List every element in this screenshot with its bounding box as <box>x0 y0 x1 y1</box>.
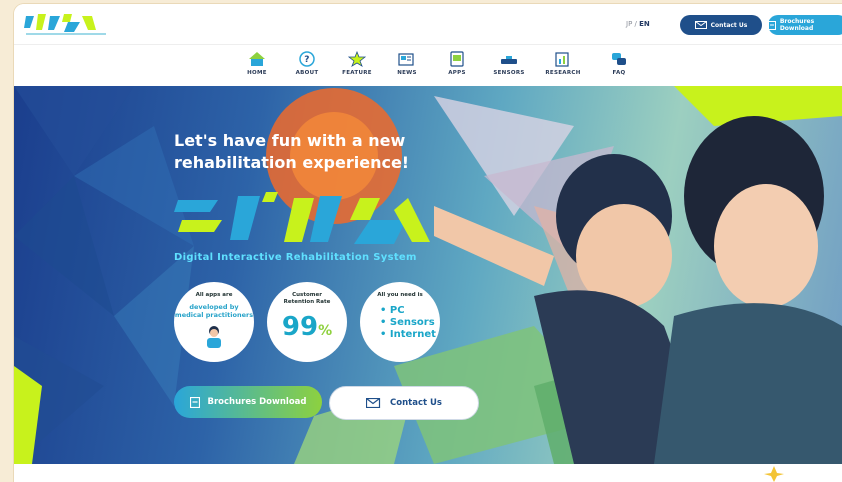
badge2-line2: Retention Rate <box>283 299 331 305</box>
envelope-icon <box>694 21 707 29</box>
document-icon <box>189 396 200 408</box>
nav-item-feature[interactable]: FEATURE <box>334 51 380 76</box>
question-icon: ? <box>299 51 315 67</box>
nav-label-home: HOME <box>247 70 267 76</box>
nav-item-research[interactable]: RESEARCH <box>540 51 586 76</box>
nav-label-feature: FEATURE <box>342 70 372 76</box>
hero-brochure-label: Brochures Download <box>207 397 307 407</box>
requirement-pc: • PC <box>380 305 405 316</box>
badge1-line2: developed by <box>189 303 239 311</box>
hero-subtitle: Digital Interactive Rehabilitation Syste… <box>174 252 417 263</box>
sensor-icon <box>501 56 517 64</box>
header-brochure-label: Brochures Download <box>779 18 815 32</box>
nav-item-faq[interactable]: FAQ <box>596 51 642 76</box>
badge2-line1: Customer <box>292 292 322 298</box>
hero-contact-label: Contact Us <box>390 398 442 408</box>
hero-title-line2: rehabilitation experience! <box>174 153 410 172</box>
nav-item-apps[interactable]: APPS <box>434 51 480 76</box>
nav-label-about: ABOUT <box>295 70 319 76</box>
nav-item-sensors[interactable]: SENSORS <box>486 51 532 76</box>
document-icon <box>768 20 776 30</box>
badge3-title: All you need is <box>377 292 423 298</box>
lang-en[interactable]: EN <box>639 20 650 28</box>
svg-text:?: ? <box>304 55 310 65</box>
nav-label-news: NEWS <box>397 70 417 76</box>
site-logo[interactable] <box>24 10 116 38</box>
doctor-illustration-icon <box>207 326 221 348</box>
retention-number: 99 <box>281 312 319 342</box>
language-switcher[interactable]: JP / EN <box>626 20 650 28</box>
badge1-line1: All apps are <box>195 292 233 298</box>
badge1-line3: medical practitioners <box>174 311 254 319</box>
retention-value: 99% <box>267 312 347 342</box>
nav-label-research: RESEARCH <box>545 70 581 76</box>
nav-label-faq: FAQ <box>612 70 626 76</box>
badge1-body: developed by medical practitioners <box>174 303 254 319</box>
requirements-list: • PC • Sensors • Internet <box>380 305 440 341</box>
hero-title-line1: Let's have fun with a new <box>174 131 406 150</box>
hero-brochure-button[interactable]: Brochures Download <box>174 386 322 418</box>
badge-medical-practitioners: All apps are developed by medical practi… <box>174 282 254 362</box>
nav-item-about[interactable]: ? ABOUT <box>284 51 330 76</box>
envelope-icon <box>366 398 381 408</box>
badge-retention-rate: Customer Retention Rate 99% <box>267 282 347 362</box>
research-icon <box>555 52 569 67</box>
requirement-internet: • Internet <box>380 329 436 340</box>
header-brochure-button[interactable]: Brochures Download <box>768 15 842 35</box>
header-contact-button[interactable]: Contact Us <box>680 15 762 35</box>
nav-item-news[interactable]: NEWS <box>384 51 430 76</box>
news-icon <box>398 53 414 66</box>
next-section-edge <box>14 464 842 482</box>
badge-requirements: All you need is • PC • Sensors • Interne… <box>360 282 440 362</box>
retention-unit: % <box>318 323 333 339</box>
hero-title: Let's have fun with a new rehabilitation… <box>174 130 434 174</box>
hero-contact-button[interactable]: Contact Us <box>329 386 479 420</box>
nav-label-sensors: SENSORS <box>493 70 525 76</box>
browser-viewport: JP / EN Contact Us Brochures Download HO… <box>14 4 842 482</box>
main-navigation: HOME ? ABOUT FEATURE NEWS APPS SENSORS R… <box>14 44 842 88</box>
nav-label-apps: APPS <box>448 70 466 76</box>
badge2-title: Customer Retention Rate <box>267 292 347 306</box>
hero-logo-mark <box>174 192 430 244</box>
requirement-sensors: • Sensors <box>380 317 435 328</box>
apps-icon <box>450 51 464 67</box>
star-icon <box>348 51 366 67</box>
nav-item-home[interactable]: HOME <box>234 51 280 76</box>
hero-section: Let's have fun with a new rehabilitation… <box>14 86 842 464</box>
header-contact-label: Contact Us <box>710 21 748 29</box>
site-header: JP / EN Contact Us Brochures Download <box>14 4 842 44</box>
faq-icon <box>612 53 626 65</box>
decorative-sparkle-icon <box>764 466 784 482</box>
home-icon <box>249 52 265 66</box>
